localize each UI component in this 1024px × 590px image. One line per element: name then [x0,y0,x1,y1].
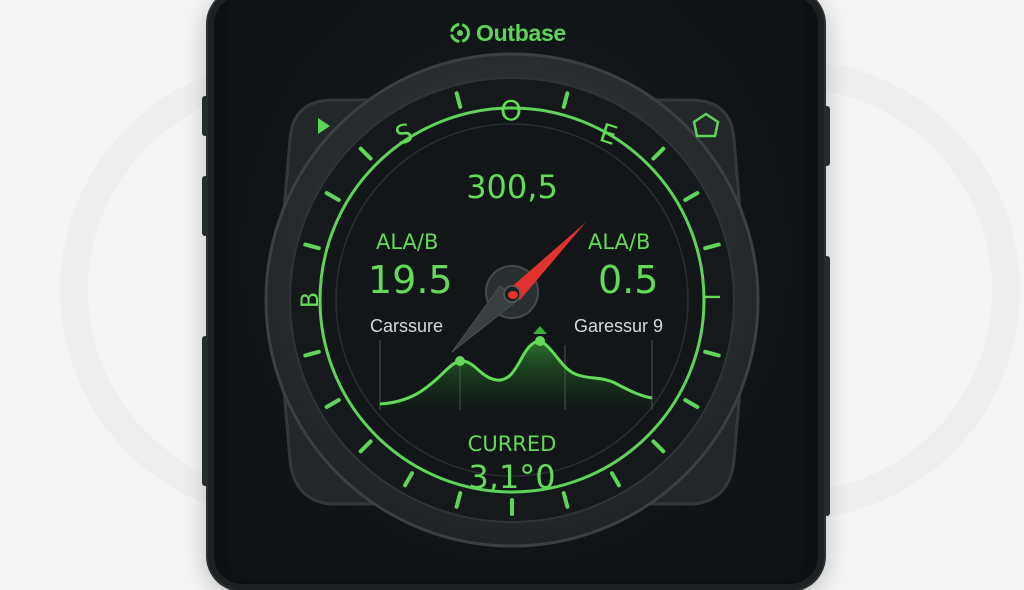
right-panel-caption: Garessur 9 [574,316,664,336]
right-panel-value: 0.5 [598,258,659,302]
bottom-label: CURRED [467,432,557,456]
left-panel-label: ALA/B [376,230,439,254]
compass-letter-b: B [296,291,325,309]
compass-letter-l: L [696,293,725,307]
heading-value: 300,5 [466,168,558,206]
elevation-marker [535,336,545,346]
bottom-value: 3,1°0 [468,458,556,496]
left-panel-value: 19.5 [368,258,453,302]
left-panel-caption: Carssure [370,316,444,336]
elevation-marker [455,356,465,366]
right-panel-label: ALA/B [588,230,651,254]
needle-pivot-dot [508,291,518,299]
compass-letter-o: O [500,94,523,127]
